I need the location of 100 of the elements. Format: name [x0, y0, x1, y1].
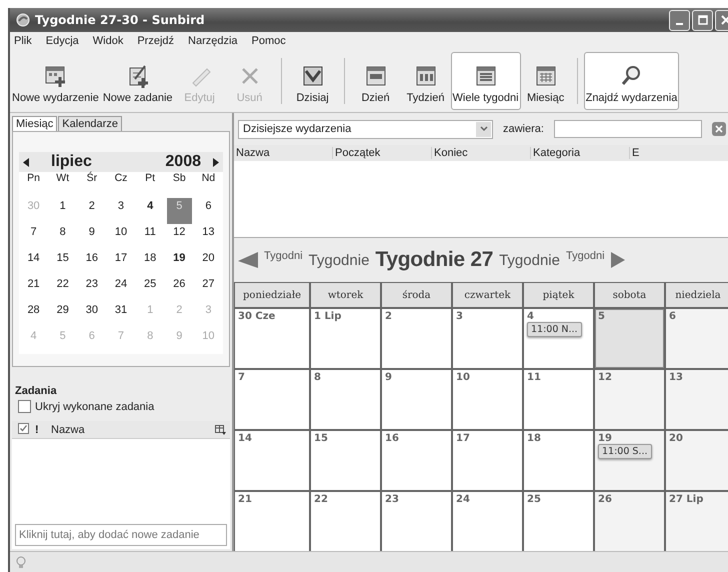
day-cell[interactable]: 13	[666, 370, 728, 429]
next-button[interactable]	[610, 252, 625, 268]
event-item[interactable]: 11:00 S...	[598, 444, 652, 459]
toolbar-button[interactable]: Nowe zadanie	[100, 52, 175, 110]
calendar-day[interactable]: 22	[50, 276, 76, 302]
previous-month-button[interactable]	[23, 158, 29, 166]
day-cell[interactable]: 18	[524, 431, 593, 490]
calendar-day[interactable]: 27	[196, 276, 221, 302]
search-field[interactable]	[554, 120, 702, 138]
day-cell[interactable]: 12	[595, 370, 664, 429]
toolbar-button[interactable]: Wiele tygodni	[450, 52, 521, 110]
calendar-day[interactable]: 31	[108, 302, 134, 328]
calendar-day[interactable]: 26	[166, 276, 192, 302]
maximize-button[interactable]	[692, 10, 713, 30]
event-item[interactable]: 11:00 N...	[527, 322, 582, 337]
toolbar-button[interactable]: Nowe wydarzenie	[10, 52, 101, 110]
week-label[interactable]: Tygodni	[566, 250, 605, 262]
calendar-day[interactable]: 1	[50, 198, 76, 224]
calendar-day[interactable]: 7	[21, 224, 46, 250]
day-cell[interactable]: 7	[235, 370, 309, 429]
day-cell[interactable]: 1 Lip	[311, 309, 380, 368]
column-picker-icon[interactable]	[215, 424, 226, 434]
menu-item[interactable]: Narzędzia	[188, 35, 238, 47]
toolbar-button[interactable]: Dzień	[350, 52, 401, 110]
calendar-day[interactable]: 16	[79, 250, 104, 276]
previous-button[interactable]	[238, 252, 258, 268]
calendar-day[interactable]: 12	[166, 224, 192, 250]
calendar-day[interactable]: 25	[138, 276, 163, 302]
week-label[interactable]: Tygodnie	[308, 252, 370, 268]
column-title[interactable]: !	[35, 424, 45, 436]
column-title[interactable]: Koniec	[431, 147, 530, 159]
day-cell[interactable]: 6	[666, 309, 728, 368]
day-cell[interactable]: 8	[311, 370, 380, 429]
calendar-day[interactable]: 15	[50, 250, 76, 276]
day-cell[interactable]: 19 11:00 S...	[595, 431, 664, 490]
calendar-day[interactable]: 28	[21, 302, 46, 328]
sidebar-tab[interactable]: Kalendarze	[58, 116, 122, 131]
menu-item[interactable]: Edycja	[46, 35, 79, 47]
day-cell[interactable]: 10	[453, 370, 522, 429]
day-cell[interactable]: 5	[595, 309, 664, 368]
week-label[interactable]: Tygodnie	[499, 252, 560, 268]
day-cell[interactable]: 9	[382, 370, 451, 429]
calendar-day[interactable]: 18	[138, 250, 163, 276]
day-cell[interactable]: 4 11:00 N...	[524, 309, 593, 368]
checkbox[interactable]	[18, 400, 31, 413]
day-cell[interactable]: 24	[453, 492, 522, 551]
calendar-day[interactable]: 17	[108, 250, 134, 276]
calendar-day[interactable]: 21	[21, 276, 46, 302]
calendar-day[interactable]: 4	[138, 198, 163, 224]
day-cell[interactable]: 2	[382, 309, 451, 368]
calendar-day[interactable]: 6	[196, 198, 221, 224]
calendar-day[interactable]: 24	[108, 276, 134, 302]
day-cell[interactable]: 26	[595, 492, 664, 551]
calendar-day[interactable]: 13	[196, 224, 221, 250]
column-title[interactable]: Początek	[332, 147, 431, 159]
day-cell[interactable]: 20	[666, 431, 728, 490]
calendar-day[interactable]: 3	[108, 198, 134, 224]
toolbar-button[interactable]: Znajdź wydarzenia	[584, 52, 680, 110]
column-title[interactable]: E	[629, 147, 728, 159]
day-cell[interactable]: 27 Lip	[666, 492, 728, 551]
weekday-label: Pn	[26, 172, 41, 186]
day-cell[interactable]: 22	[311, 492, 380, 551]
day-cell[interactable]: 21	[235, 492, 309, 551]
calendar-day[interactable]: 19	[166, 250, 192, 276]
calendar-day[interactable]: 29	[50, 302, 76, 328]
toolbar-button[interactable]: Tydzień	[400, 52, 451, 110]
calendar-day[interactable]: 11	[138, 224, 163, 250]
menu-item[interactable]: Widok	[92, 35, 124, 47]
sidebar-tab[interactable]: Miesiąc	[12, 116, 58, 131]
calendar-day[interactable]: 9	[79, 224, 104, 250]
day-cell[interactable]: 3	[453, 309, 522, 368]
toolbar-button[interactable]: Miesiąc	[520, 52, 571, 110]
day-cell[interactable]: 11	[524, 370, 593, 429]
calendar-day[interactable]: 2	[79, 198, 104, 224]
day-cell[interactable]: 16	[382, 431, 451, 490]
menu-item[interactable]: Przejdź	[137, 35, 174, 47]
day-cell[interactable]: 14	[235, 431, 309, 490]
day-cell[interactable]: 30 Cze	[235, 309, 309, 368]
calendar-day[interactable]: 10	[108, 224, 134, 250]
minimize-button[interactable]	[669, 10, 690, 30]
week-label[interactable]: Tygodni	[264, 250, 303, 262]
column-title[interactable]: Nazwa	[51, 424, 209, 436]
column-title[interactable]: Kategoria	[530, 147, 629, 159]
column-title[interactable]: Nazwa	[234, 147, 332, 159]
calendar-day[interactable]: 8	[50, 224, 76, 250]
toolbar-button[interactable]: Dzisiaj	[288, 52, 338, 110]
day-cell[interactable]: 17	[453, 431, 522, 490]
day-cell[interactable]: 25	[524, 492, 593, 551]
menu-item[interactable]: Plik	[14, 35, 32, 47]
clear-button[interactable]	[712, 122, 726, 136]
input-field[interactable]: Kliknij tutaj, aby dodać nowe zadanie	[15, 524, 227, 546]
calendar-day[interactable]: 23	[79, 276, 104, 302]
calendar-day[interactable]: 30	[79, 302, 104, 328]
menu-item[interactable]: Pomoc	[252, 35, 286, 47]
day-cell[interactable]: 23	[382, 492, 451, 551]
day-cell[interactable]: 15	[311, 431, 380, 490]
calendar-day[interactable]: 14	[21, 250, 46, 276]
calendar-day[interactable]: 20	[196, 250, 221, 276]
next-month-button[interactable]	[213, 158, 219, 166]
filter-dropdown[interactable]: Dzisiejsze wydarzenia	[238, 120, 493, 138]
